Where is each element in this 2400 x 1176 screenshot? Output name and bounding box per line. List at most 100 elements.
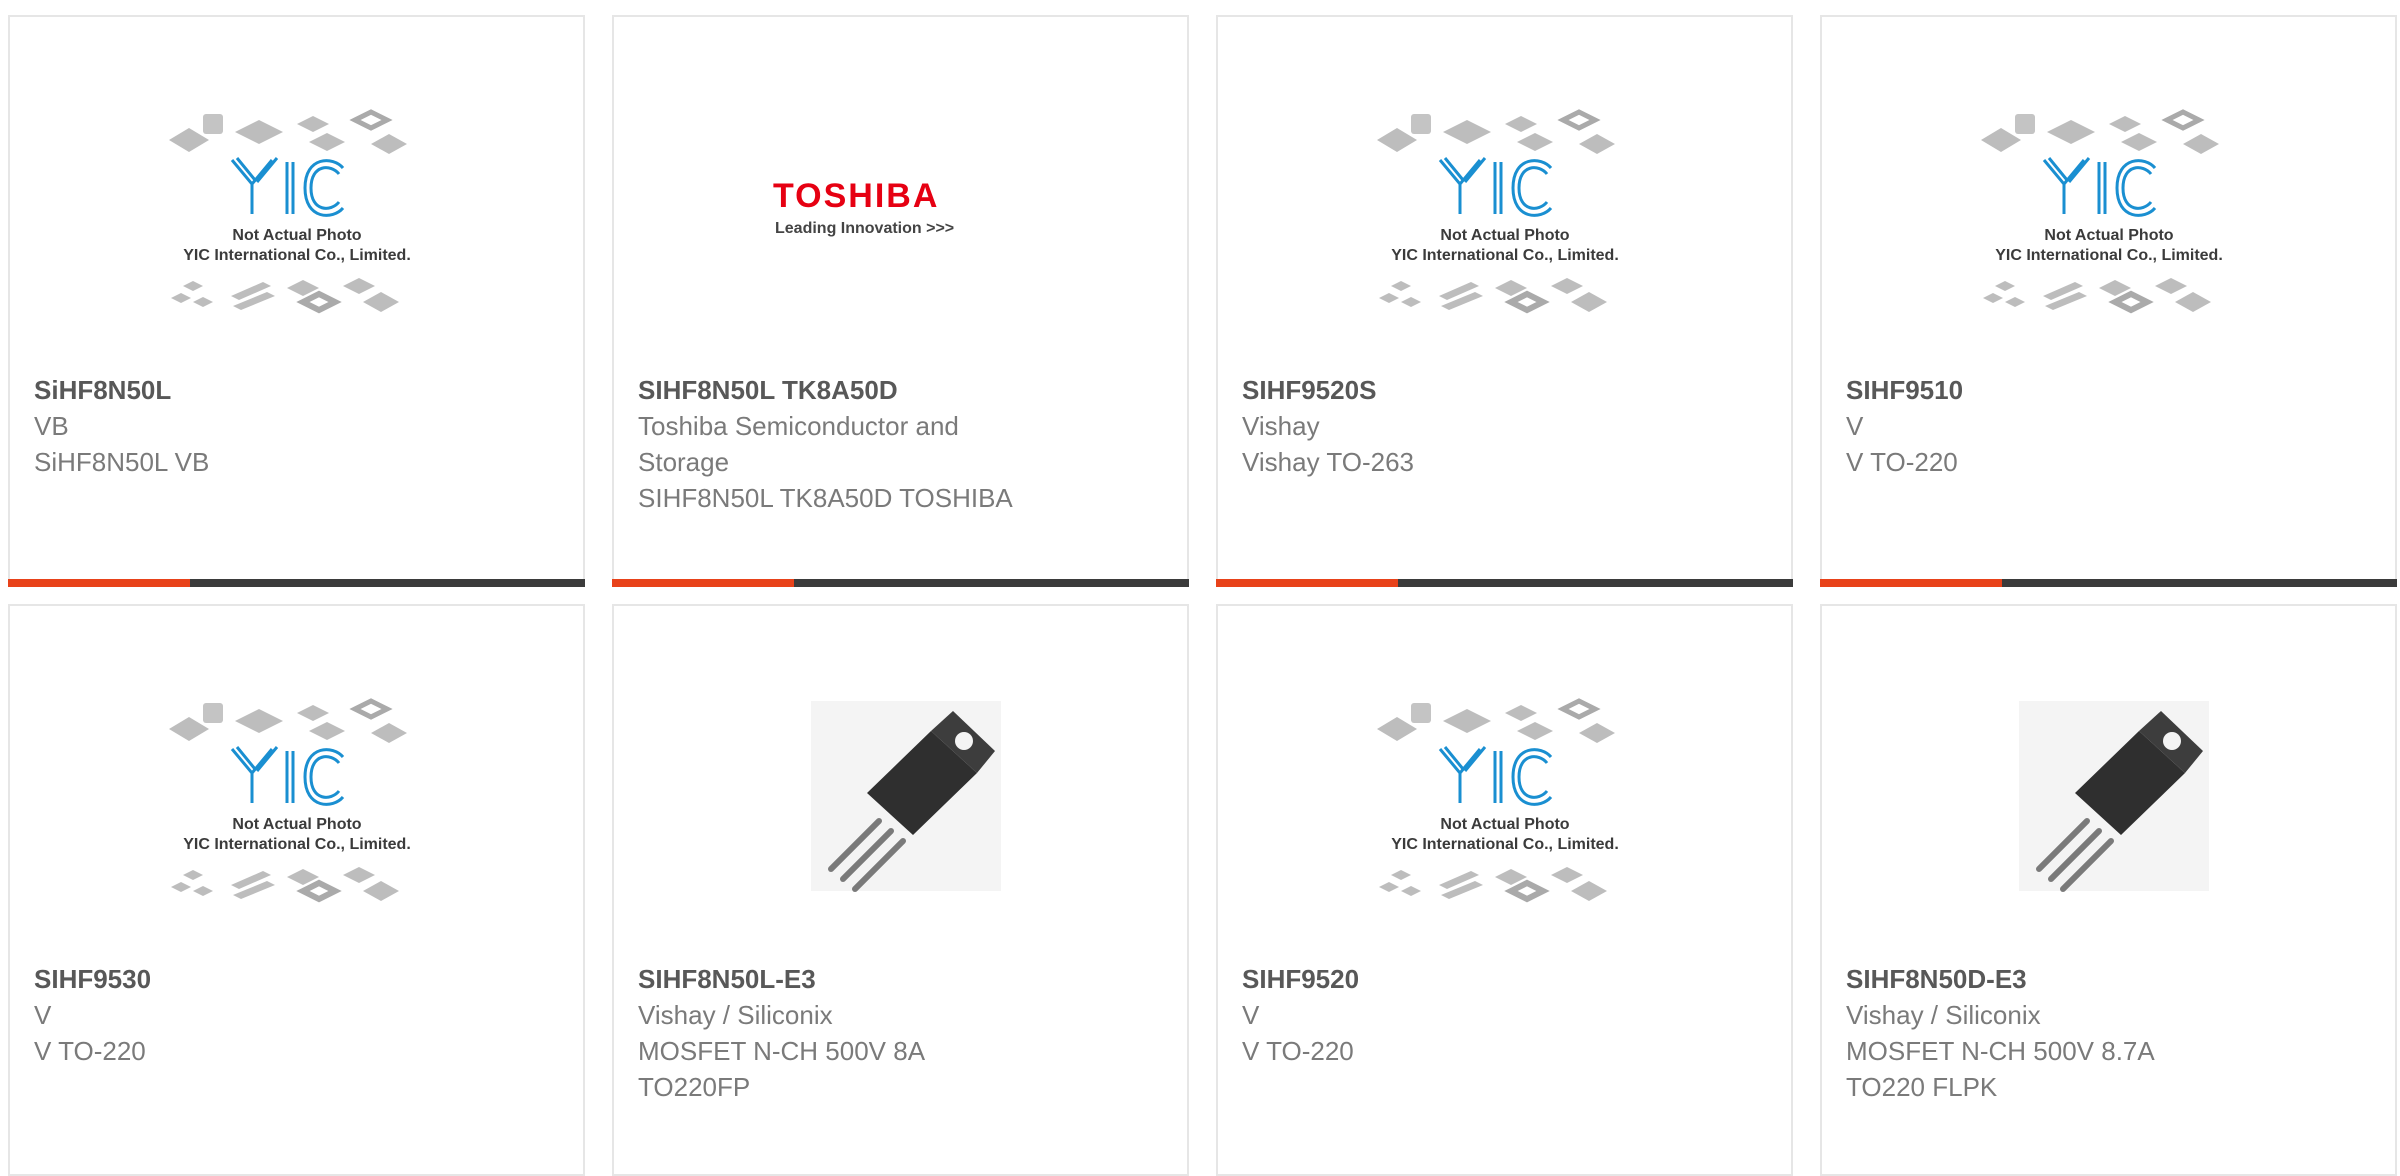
to220-package-image — [2018, 701, 2209, 892]
chip-icon — [295, 879, 342, 903]
description: MOSFET N-CH 500V 8A — [638, 1036, 926, 1066]
chip-icon — [182, 870, 203, 880]
chip-icon — [2120, 133, 2157, 151]
chip-icon — [308, 133, 345, 151]
chip-icon — [1503, 290, 1550, 314]
chip-icon — [1410, 703, 1431, 723]
product-image[interactable]: TOSHIBA Leading Innovation >>> — [614, 57, 1187, 367]
chip-icon — [234, 120, 283, 144]
chip-icon — [1550, 867, 1583, 883]
part-number[interactable]: SIHF9530 — [34, 961, 559, 997]
chip-icon — [1550, 278, 1583, 294]
manufacturer: V — [34, 1000, 52, 1030]
manufacturer: V — [1242, 1000, 1260, 1030]
card-footer-accent — [612, 579, 794, 587]
description: SIHF8N50L TK8A50D TOSHIBA — [638, 483, 1013, 513]
placeholder-line2: YIC International Co., Limited. — [1391, 836, 1619, 853]
not-actual-photo-image: Not Actual Photo YIC International Co., … — [168, 109, 411, 314]
part-number[interactable]: SIHF8N50D-E3 — [1846, 961, 2371, 997]
product-image[interactable]: Not Actual Photo YIC International Co., … — [10, 646, 583, 956]
chip-icon — [202, 114, 223, 134]
product-info: SiHF8N50L VB SiHF8N50L VB — [34, 372, 559, 480]
chip-icon — [168, 717, 209, 741]
description: Vishay TO-263 — [1242, 447, 1414, 477]
product-info: SIHF9520S Vishay Vishay TO-263 — [1242, 372, 1767, 480]
toshiba-wordmark: TOSHIBA — [773, 177, 939, 215]
chip-icon — [192, 297, 213, 307]
placeholder-line1: Not Actual Photo — [232, 227, 361, 244]
chip-icon — [2004, 297, 2025, 307]
not-actual-photo-image: Not Actual Photo YIC International Co., … — [1376, 109, 1618, 314]
chip-icon — [1504, 705, 1537, 721]
card-footer-bar — [1820, 579, 2397, 587]
chip-icon — [170, 293, 191, 303]
product-image[interactable]: Not Actual Photo YIC International Co., … — [10, 57, 583, 367]
mounting-hole-icon — [954, 732, 973, 750]
toshiba-logo-icon: TOSHIBA Leading Innovation >>> — [773, 177, 954, 237]
product-card[interactable]: Not Actual Photo YIC International Co., … — [8, 15, 585, 587]
product-image[interactable]: Not Actual Photo YIC International Co., … — [1218, 57, 1791, 367]
part-number[interactable]: SiHF8N50L — [34, 372, 559, 408]
package: TO220FP — [638, 1072, 751, 1102]
chip-icon — [1578, 134, 1615, 154]
product-info: SIHF9510 V V TO-220 — [1846, 372, 2371, 480]
chip-icon — [1442, 709, 1491, 733]
chip-icon — [1376, 717, 1417, 741]
description: V TO-220 — [1846, 447, 1958, 477]
product-card[interactable]: Not Actual Photo YIC International Co., … — [1820, 15, 2397, 587]
product-card[interactable]: TOSHIBA Leading Innovation >>> SIHF8N50L… — [612, 15, 1189, 587]
card-footer-bar — [612, 579, 1189, 587]
card-footer-bar — [8, 579, 585, 587]
description: SiHF8N50L VB — [34, 447, 210, 477]
product-image[interactable] — [1822, 646, 2395, 956]
manufacturer: Vishay / Siliconix — [1846, 1000, 2041, 1030]
chip-icon — [342, 867, 375, 883]
chip-icon — [308, 722, 345, 740]
chip-icon — [2160, 109, 2205, 131]
product-card[interactable]: Not Actual Photo YIC International Co., … — [8, 604, 585, 1176]
chip-icon — [182, 281, 203, 291]
chip-icon — [362, 881, 399, 901]
manufacturer-continued: Storage — [638, 447, 730, 477]
product-info: SIHF8N50D-E3 Vishay / Siliconix MOSFET N… — [1846, 961, 2371, 1105]
part-number[interactable]: SIHF9520S — [1242, 372, 1767, 408]
placeholder-line2: YIC International Co., Limited. — [183, 836, 411, 853]
chip-icon — [1980, 128, 2021, 152]
card-footer-bar — [1216, 579, 1793, 587]
chip-icon — [170, 882, 191, 892]
product-image[interactable]: Not Actual Photo YIC International Co., … — [1218, 646, 1791, 956]
chip-icon — [362, 292, 399, 312]
yic-logo-icon — [230, 157, 344, 217]
product-card[interactable]: SIHF8N50D-E3 Vishay / Siliconix MOSFET N… — [1820, 604, 2397, 1176]
placeholder-line2: YIC International Co., Limited. — [183, 247, 411, 264]
placeholder-line1: Not Actual Photo — [2044, 227, 2173, 244]
chip-icon — [295, 290, 342, 314]
chip-icon — [192, 886, 213, 896]
chip-icon — [2107, 290, 2154, 314]
product-image[interactable]: Not Actual Photo YIC International Co., … — [1822, 57, 2395, 367]
chip-icon — [1556, 109, 1601, 131]
yic-logo-icon — [1438, 157, 1552, 217]
product-card[interactable]: Not Actual Photo YIC International Co., … — [1216, 604, 1793, 1176]
placeholder-line1: Not Actual Photo — [232, 816, 361, 833]
chip-icon — [2182, 134, 2219, 154]
product-image[interactable] — [614, 646, 1187, 956]
product-card[interactable]: Not Actual Photo YIC International Co., … — [1216, 15, 1793, 587]
manufacturer: Toshiba Semiconductor and — [638, 411, 959, 441]
chip-icon — [1376, 128, 1417, 152]
part-number[interactable]: SIHF9520 — [1242, 961, 1767, 997]
manufacturer: Vishay — [1242, 411, 1320, 441]
to220-package-image — [810, 701, 1001, 892]
chip-icon — [370, 723, 407, 743]
part-number[interactable]: SIHF8N50L TK8A50D — [638, 372, 1163, 408]
chip-icon — [202, 703, 223, 723]
chip-icon — [2154, 278, 2187, 294]
chip-icon — [1410, 114, 1431, 134]
product-card[interactable]: SIHF8N50L-E3 Vishay / Siliconix MOSFET N… — [612, 604, 1189, 1176]
chip-icon — [1570, 292, 1607, 312]
placeholder-line1: Not Actual Photo — [1440, 227, 1569, 244]
part-number[interactable]: SIHF8N50L-E3 — [638, 961, 1163, 997]
chip-icon — [2046, 120, 2095, 144]
chip-icon — [342, 278, 375, 294]
part-number[interactable]: SIHF9510 — [1846, 372, 2371, 408]
